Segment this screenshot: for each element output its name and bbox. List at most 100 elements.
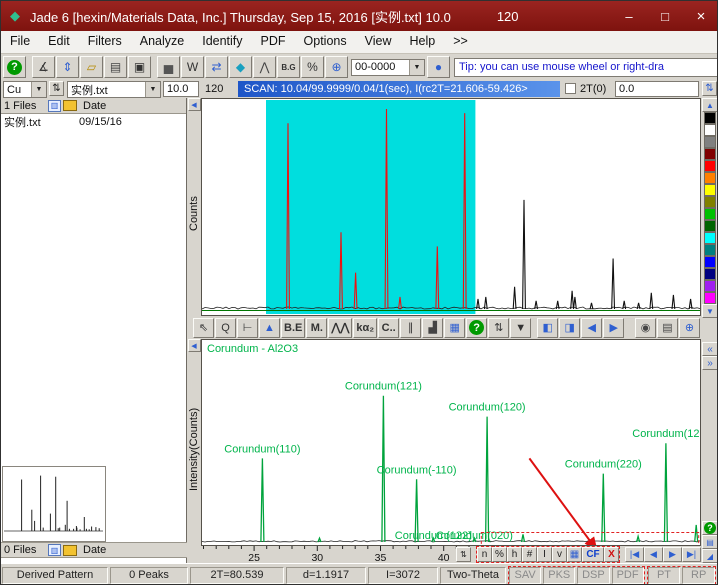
flag-pdf[interactable]: PDF	[611, 566, 644, 584]
flag-rp[interactable]: RP	[682, 566, 716, 584]
cf-button[interactable]: CF	[582, 547, 604, 562]
palette-scroll-up-icon[interactable]: ▲	[702, 98, 717, 112]
save-icon[interactable]: ▣	[128, 56, 151, 78]
folder-icon[interactable]	[63, 544, 77, 556]
palette-color-7[interactable]	[704, 184, 716, 196]
overlay-mountains-icon[interactable]: ▲	[259, 317, 280, 338]
palette-color-13[interactable]	[704, 256, 716, 268]
file-list-item[interactable]: 实例.txt 09/15/16	[1, 114, 186, 129]
layout-icon[interactable]: ▤	[702, 535, 717, 549]
print-icon[interactable]: ▤	[104, 56, 127, 78]
flag-dsp[interactable]: DSP	[577, 566, 610, 584]
zoom-spinner-icon[interactable]: ⇅	[488, 317, 510, 338]
flag-sav[interactable]: SAV	[509, 566, 542, 584]
background-icon[interactable]: B.G	[277, 56, 300, 78]
pan-right-icon[interactable]: »	[702, 356, 717, 370]
palette-color-2[interactable]	[704, 124, 716, 136]
compute-icon[interactable]: C..	[378, 317, 400, 338]
corner-resize-icon[interactable]: ◢	[702, 549, 717, 563]
palette-color-15[interactable]	[704, 280, 716, 292]
grid-icon[interactable]: ▦	[444, 317, 466, 338]
next-scan-icon[interactable]: ▶	[603, 317, 625, 338]
list-view-icon[interactable]: ▥	[48, 544, 61, 556]
axis-spinner[interactable]: ⇅	[456, 547, 471, 562]
display-toggle-hash[interactable]: #	[522, 547, 537, 562]
file-combo[interactable]: 实例.txt ▼	[67, 81, 161, 98]
help-mid-icon[interactable]: ?	[466, 317, 488, 338]
menu-options[interactable]: Options	[295, 31, 356, 53]
range-icon[interactable]: ⊢	[237, 317, 258, 338]
ka2-strip-icon[interactable]: kα₂	[353, 317, 378, 338]
date-column-header[interactable]: Date	[83, 544, 106, 556]
flag-pks[interactable]: PKS	[543, 566, 576, 584]
chevron-down-icon[interactable]: ▼	[409, 59, 424, 75]
flag-pt[interactable]: PT	[647, 566, 681, 584]
palette-color-8[interactable]	[704, 196, 716, 208]
histogram-icon[interactable]: ▟	[422, 317, 444, 338]
pan-left-icon[interactable]: «	[702, 342, 717, 356]
sort-updown-icon[interactable]: ⇕	[56, 56, 79, 78]
menu-filters[interactable]: Filters	[79, 31, 131, 53]
menu-analyze[interactable]: Analyze	[131, 31, 193, 53]
offset-spinner[interactable]: ⇅	[702, 81, 717, 96]
display-toggle-pct[interactable]: %	[492, 547, 507, 562]
palette-color-16[interactable]	[704, 292, 716, 304]
sticks-icon[interactable]: ∥	[400, 317, 422, 338]
menu-view[interactable]: View	[356, 31, 401, 53]
display-toggle-n[interactable]: n	[477, 547, 492, 562]
background-edit-icon[interactable]: B.E	[281, 317, 306, 338]
find-peaks-icon[interactable]: ⋀	[253, 56, 276, 78]
retrieve-pdf-icon[interactable]: ●	[427, 56, 450, 78]
palette-color-14[interactable]	[704, 268, 716, 280]
zoom-icon[interactable]: Q	[215, 317, 236, 338]
filter-w-icon[interactable]: W	[181, 56, 204, 78]
pattern-chart-icon[interactable]: ▅	[157, 56, 180, 78]
menu-more[interactable]: >>	[444, 31, 477, 53]
palette-color-5[interactable]	[704, 160, 716, 172]
previous-record-button[interactable]: ◀	[644, 547, 663, 562]
open-file-icon[interactable]: ▱	[80, 56, 103, 78]
display-toggle-v[interactable]: v	[552, 547, 567, 562]
last-record-button[interactable]: ▶|	[682, 547, 701, 562]
menu-file[interactable]: File	[1, 31, 39, 53]
date-column-header[interactable]: Date	[83, 100, 106, 112]
overlay-diamond-icon[interactable]: ◆	[229, 56, 252, 78]
help-small-icon[interactable]: ?	[702, 521, 717, 535]
two-theta-zero-checkbox[interactable]	[565, 83, 576, 94]
display-toggle-i[interactable]: I	[537, 547, 552, 562]
chevron-down-icon[interactable]: ▼	[31, 82, 46, 97]
start-angle-field[interactable]: 10.0	[163, 81, 199, 97]
globe-icon[interactable]: ⊕	[325, 56, 348, 78]
pdf-card-icon[interactable]: ▦	[567, 547, 582, 562]
menu-help[interactable]: Help	[401, 31, 445, 53]
next-record-button[interactable]: ▶	[663, 547, 682, 562]
pointer-icon[interactable]: ⇖	[193, 317, 214, 338]
smooth-icon[interactable]: M.	[306, 317, 328, 338]
tile-windows-icon[interactable]: ◧	[537, 317, 559, 338]
palette-color-1[interactable]	[704, 112, 716, 124]
two-theta-zero-field[interactable]: 0.0	[615, 81, 699, 97]
close-overlay-button[interactable]: X	[604, 547, 619, 562]
cascade-windows-icon[interactable]: ◨	[559, 317, 581, 338]
minimize-button[interactable]: –	[611, 1, 647, 31]
title-bar[interactable]: ◆ Jade 6 [hexin/Materials Data, Inc.] Th…	[1, 1, 717, 31]
scan-setup-icon[interactable]: ∡	[32, 56, 55, 78]
palette-scroll-down-icon[interactable]: ▼	[702, 304, 717, 318]
preview-icon[interactable]: ◉	[635, 317, 656, 338]
list-view-icon[interactable]: ▥	[48, 99, 61, 112]
sq-percent-icon[interactable]: %	[301, 56, 324, 78]
collapse-left-icon[interactable]: ◀	[187, 98, 201, 111]
scan-chart[interactable]	[201, 98, 701, 316]
close-button[interactable]: ×	[683, 1, 717, 31]
anode-spinner[interactable]: ⇅	[49, 81, 64, 96]
help-icon[interactable]: ?	[3, 56, 26, 78]
folder-icon[interactable]	[63, 100, 77, 111]
display-toggle-h[interactable]: h	[507, 547, 522, 562]
palette-color-10[interactable]	[704, 220, 716, 232]
pdf-number-combo[interactable]: 00-0000 ▼	[351, 58, 425, 76]
palette-color-6[interactable]	[704, 172, 716, 184]
report-icon[interactable]: ▤	[657, 317, 678, 338]
web-icon[interactable]: ⊕	[679, 317, 700, 338]
profile-fit-icon[interactable]: ⋀⋀	[328, 317, 353, 338]
previous-scan-icon[interactable]: ◀	[581, 317, 603, 338]
